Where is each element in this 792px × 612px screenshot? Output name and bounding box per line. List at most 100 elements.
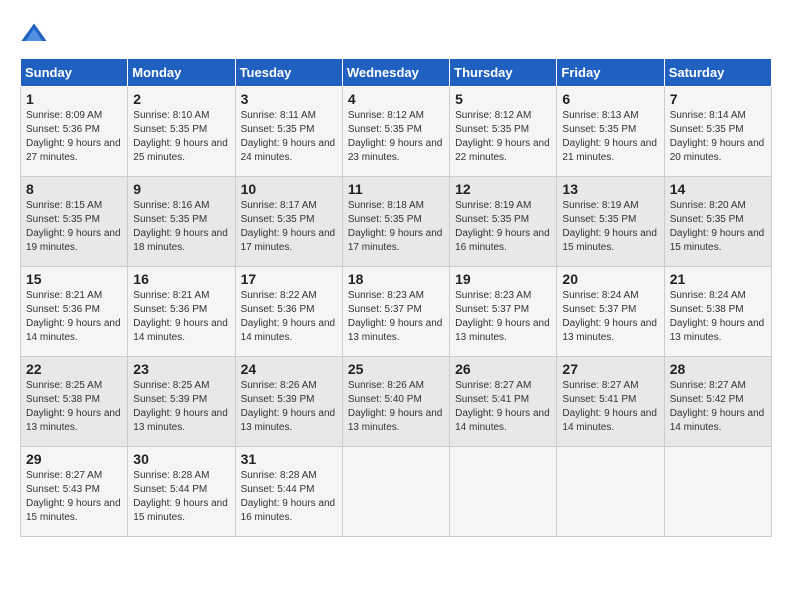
calendar-cell: 14 Sunrise: 8:20 AMSunset: 5:35 PMDaylig… xyxy=(664,177,771,267)
day-info: Sunrise: 8:25 AMSunset: 5:39 PMDaylight:… xyxy=(133,379,229,435)
calendar-cell: 3 Sunrise: 8:11 AMSunset: 5:35 PMDayligh… xyxy=(235,87,342,177)
calendar-cell xyxy=(664,447,771,537)
calendar-cell xyxy=(342,447,449,537)
day-number: 18 xyxy=(348,271,444,287)
calendar-cell: 15 Sunrise: 8:21 AMSunset: 5:36 PMDaylig… xyxy=(21,267,128,357)
day-info: Sunrise: 8:12 AMSunset: 5:35 PMDaylight:… xyxy=(455,109,551,165)
day-info: Sunrise: 8:09 AMSunset: 5:36 PMDaylight:… xyxy=(26,109,122,165)
day-info: Sunrise: 8:26 AMSunset: 5:39 PMDaylight:… xyxy=(241,379,337,435)
calendar-cell: 9 Sunrise: 8:16 AMSunset: 5:35 PMDayligh… xyxy=(128,177,235,267)
day-number: 20 xyxy=(562,271,658,287)
day-number: 15 xyxy=(26,271,122,287)
day-info: Sunrise: 8:11 AMSunset: 5:35 PMDaylight:… xyxy=(241,109,337,165)
day-info: Sunrise: 8:28 AMSunset: 5:44 PMDaylight:… xyxy=(133,469,229,525)
day-number: 10 xyxy=(241,181,337,197)
day-number: 12 xyxy=(455,181,551,197)
calendar-cell: 17 Sunrise: 8:22 AMSunset: 5:36 PMDaylig… xyxy=(235,267,342,357)
day-info: Sunrise: 8:15 AMSunset: 5:35 PMDaylight:… xyxy=(26,199,122,255)
calendar-cell: 23 Sunrise: 8:25 AMSunset: 5:39 PMDaylig… xyxy=(128,357,235,447)
calendar-cell: 29 Sunrise: 8:27 AMSunset: 5:43 PMDaylig… xyxy=(21,447,128,537)
day-number: 25 xyxy=(348,361,444,377)
day-info: Sunrise: 8:23 AMSunset: 5:37 PMDaylight:… xyxy=(455,289,551,345)
calendar-cell: 16 Sunrise: 8:21 AMSunset: 5:36 PMDaylig… xyxy=(128,267,235,357)
calendar-cell: 2 Sunrise: 8:10 AMSunset: 5:35 PMDayligh… xyxy=(128,87,235,177)
calendar-cell: 5 Sunrise: 8:12 AMSunset: 5:35 PMDayligh… xyxy=(450,87,557,177)
day-info: Sunrise: 8:26 AMSunset: 5:40 PMDaylight:… xyxy=(348,379,444,435)
column-header-saturday: Saturday xyxy=(664,59,771,87)
calendar-header-row: SundayMondayTuesdayWednesdayThursdayFrid… xyxy=(21,59,772,87)
calendar-cell: 12 Sunrise: 8:19 AMSunset: 5:35 PMDaylig… xyxy=(450,177,557,267)
logo xyxy=(20,20,52,48)
day-info: Sunrise: 8:28 AMSunset: 5:44 PMDaylight:… xyxy=(241,469,337,525)
day-number: 19 xyxy=(455,271,551,287)
day-info: Sunrise: 8:17 AMSunset: 5:35 PMDaylight:… xyxy=(241,199,337,255)
calendar-cell xyxy=(557,447,664,537)
calendar-cell: 30 Sunrise: 8:28 AMSunset: 5:44 PMDaylig… xyxy=(128,447,235,537)
calendar-cell: 13 Sunrise: 8:19 AMSunset: 5:35 PMDaylig… xyxy=(557,177,664,267)
calendar-cell xyxy=(450,447,557,537)
calendar-cell: 24 Sunrise: 8:26 AMSunset: 5:39 PMDaylig… xyxy=(235,357,342,447)
calendar-cell: 31 Sunrise: 8:28 AMSunset: 5:44 PMDaylig… xyxy=(235,447,342,537)
day-info: Sunrise: 8:25 AMSunset: 5:38 PMDaylight:… xyxy=(26,379,122,435)
day-number: 29 xyxy=(26,451,122,467)
calendar-week-row: 8 Sunrise: 8:15 AMSunset: 5:35 PMDayligh… xyxy=(21,177,772,267)
column-header-sunday: Sunday xyxy=(21,59,128,87)
day-info: Sunrise: 8:19 AMSunset: 5:35 PMDaylight:… xyxy=(562,199,658,255)
day-number: 27 xyxy=(562,361,658,377)
day-number: 17 xyxy=(241,271,337,287)
day-number: 31 xyxy=(241,451,337,467)
calendar-cell: 10 Sunrise: 8:17 AMSunset: 5:35 PMDaylig… xyxy=(235,177,342,267)
day-info: Sunrise: 8:21 AMSunset: 5:36 PMDaylight:… xyxy=(26,289,122,345)
column-header-wednesday: Wednesday xyxy=(342,59,449,87)
calendar-cell: 26 Sunrise: 8:27 AMSunset: 5:41 PMDaylig… xyxy=(450,357,557,447)
column-header-thursday: Thursday xyxy=(450,59,557,87)
day-info: Sunrise: 8:12 AMSunset: 5:35 PMDaylight:… xyxy=(348,109,444,165)
calendar-cell: 28 Sunrise: 8:27 AMSunset: 5:42 PMDaylig… xyxy=(664,357,771,447)
day-number: 2 xyxy=(133,91,229,107)
day-info: Sunrise: 8:20 AMSunset: 5:35 PMDaylight:… xyxy=(670,199,766,255)
page-header xyxy=(20,20,772,48)
day-info: Sunrise: 8:13 AMSunset: 5:35 PMDaylight:… xyxy=(562,109,658,165)
day-info: Sunrise: 8:24 AMSunset: 5:38 PMDaylight:… xyxy=(670,289,766,345)
calendar-cell: 8 Sunrise: 8:15 AMSunset: 5:35 PMDayligh… xyxy=(21,177,128,267)
calendar-cell: 19 Sunrise: 8:23 AMSunset: 5:37 PMDaylig… xyxy=(450,267,557,357)
day-number: 4 xyxy=(348,91,444,107)
day-number: 26 xyxy=(455,361,551,377)
day-info: Sunrise: 8:14 AMSunset: 5:35 PMDaylight:… xyxy=(670,109,766,165)
day-number: 21 xyxy=(670,271,766,287)
day-number: 22 xyxy=(26,361,122,377)
day-info: Sunrise: 8:27 AMSunset: 5:42 PMDaylight:… xyxy=(670,379,766,435)
day-number: 30 xyxy=(133,451,229,467)
day-info: Sunrise: 8:16 AMSunset: 5:35 PMDaylight:… xyxy=(133,199,229,255)
calendar-cell: 7 Sunrise: 8:14 AMSunset: 5:35 PMDayligh… xyxy=(664,87,771,177)
calendar-cell: 1 Sunrise: 8:09 AMSunset: 5:36 PMDayligh… xyxy=(21,87,128,177)
day-number: 23 xyxy=(133,361,229,377)
day-info: Sunrise: 8:23 AMSunset: 5:37 PMDaylight:… xyxy=(348,289,444,345)
day-number: 24 xyxy=(241,361,337,377)
day-number: 13 xyxy=(562,181,658,197)
day-info: Sunrise: 8:24 AMSunset: 5:37 PMDaylight:… xyxy=(562,289,658,345)
day-info: Sunrise: 8:27 AMSunset: 5:41 PMDaylight:… xyxy=(455,379,551,435)
day-number: 14 xyxy=(670,181,766,197)
day-number: 6 xyxy=(562,91,658,107)
column-header-tuesday: Tuesday xyxy=(235,59,342,87)
day-info: Sunrise: 8:21 AMSunset: 5:36 PMDaylight:… xyxy=(133,289,229,345)
calendar-table: SundayMondayTuesdayWednesdayThursdayFrid… xyxy=(20,58,772,537)
day-info: Sunrise: 8:22 AMSunset: 5:36 PMDaylight:… xyxy=(241,289,337,345)
day-info: Sunrise: 8:10 AMSunset: 5:35 PMDaylight:… xyxy=(133,109,229,165)
calendar-cell: 21 Sunrise: 8:24 AMSunset: 5:38 PMDaylig… xyxy=(664,267,771,357)
calendar-cell: 11 Sunrise: 8:18 AMSunset: 5:35 PMDaylig… xyxy=(342,177,449,267)
day-info: Sunrise: 8:19 AMSunset: 5:35 PMDaylight:… xyxy=(455,199,551,255)
calendar-week-row: 1 Sunrise: 8:09 AMSunset: 5:36 PMDayligh… xyxy=(21,87,772,177)
day-number: 16 xyxy=(133,271,229,287)
day-number: 9 xyxy=(133,181,229,197)
day-info: Sunrise: 8:27 AMSunset: 5:43 PMDaylight:… xyxy=(26,469,122,525)
calendar-cell: 20 Sunrise: 8:24 AMSunset: 5:37 PMDaylig… xyxy=(557,267,664,357)
day-number: 28 xyxy=(670,361,766,377)
day-number: 7 xyxy=(670,91,766,107)
column-header-friday: Friday xyxy=(557,59,664,87)
calendar-week-row: 29 Sunrise: 8:27 AMSunset: 5:43 PMDaylig… xyxy=(21,447,772,537)
logo-icon xyxy=(20,20,48,48)
calendar-cell: 22 Sunrise: 8:25 AMSunset: 5:38 PMDaylig… xyxy=(21,357,128,447)
day-number: 11 xyxy=(348,181,444,197)
